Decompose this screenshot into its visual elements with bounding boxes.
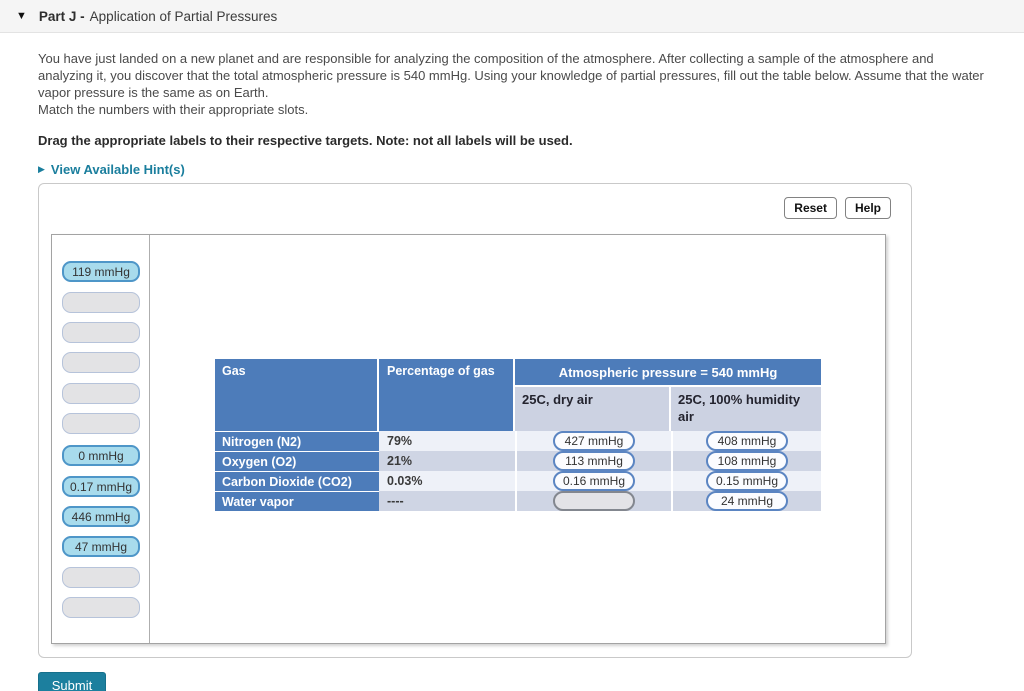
intro-section: You have just landed on a new planet and… xyxy=(38,50,988,177)
hint-expand-icon[interactable]: ▶ xyxy=(38,164,45,175)
reset-button[interactable]: Reset xyxy=(784,197,837,219)
problem-statement: You have just landed on a new planet and… xyxy=(38,51,984,100)
bin-label-2 xyxy=(62,292,140,313)
part-title: Application of Partial Pressures xyxy=(89,8,278,24)
bin-label-5 xyxy=(62,383,140,404)
drag-instruction: Drag the appropriate labels to their res… xyxy=(38,133,573,148)
bin-label-9[interactable]: 446 mmHg xyxy=(62,506,140,527)
drag-drop-panel: Reset Help 119 mmHg 0 mmHg 0.17 mmHg 446… xyxy=(38,183,912,658)
table-subheader-humidity-air: 25C, 100% humidity air xyxy=(671,387,821,431)
target-oxygen-humid[interactable]: 108 mmHg xyxy=(706,451,788,471)
percentage-oxygen: 21% xyxy=(379,451,515,471)
pressure-table: Gas Percentage of gas Atmospheric pressu… xyxy=(215,359,821,511)
gas-name-water-vapor: Water vapor xyxy=(215,491,379,511)
bin-label-11 xyxy=(62,567,140,588)
bin-label-3 xyxy=(62,322,140,343)
target-nitrogen-dry[interactable]: 427 mmHg xyxy=(553,431,635,451)
drag-drop-workarea: 119 mmHg 0 mmHg 0.17 mmHg 446 mmHg 47 mm… xyxy=(51,234,886,644)
gas-name-carbon-dioxide: Carbon Dioxide (CO2) xyxy=(215,471,379,491)
table-header-percentage: Percentage of gas xyxy=(379,359,515,431)
target-oxygen-dry[interactable]: 113 mmHg xyxy=(553,451,635,471)
bin-label-7[interactable]: 0 mmHg xyxy=(62,445,140,466)
table-subheader-dry-air: 25C, dry air xyxy=(515,387,671,431)
target-water-vapor-humid[interactable]: 24 mmHg xyxy=(706,491,788,511)
percentage-water-vapor: ---- xyxy=(379,491,515,511)
bin-label-8[interactable]: 0.17 mmHg xyxy=(62,476,140,497)
bin-label-12 xyxy=(62,597,140,618)
percentage-nitrogen: 79% xyxy=(379,431,515,451)
percentage-carbon-dioxide: 0.03% xyxy=(379,471,515,491)
help-button[interactable]: Help xyxy=(844,197,891,219)
table-header-pressure: Atmospheric pressure = 540 mmHg xyxy=(515,359,821,387)
label-bin: 119 mmHg 0 mmHg 0.17 mmHg 446 mmHg 47 mm… xyxy=(52,235,150,643)
part-header: ▼ Part J - Application of Partial Pressu… xyxy=(0,0,1024,33)
part-label: Part J - xyxy=(38,8,85,24)
bin-label-4 xyxy=(62,352,140,373)
target-nitrogen-humid[interactable]: 408 mmHg xyxy=(706,431,788,451)
bin-label-1[interactable]: 119 mmHg xyxy=(62,261,140,282)
target-water-vapor-dry[interactable] xyxy=(553,491,635,511)
target-co2-dry[interactable]: 0.16 mmHg xyxy=(553,471,635,491)
view-hints-link[interactable]: View Available Hint(s) xyxy=(51,162,185,177)
table-header-gas: Gas xyxy=(215,359,379,431)
collapse-triangle-icon[interactable]: ▼ xyxy=(16,10,27,22)
bin-label-10[interactable]: 47 mmHg xyxy=(62,536,140,557)
submit-button[interactable]: Submit xyxy=(38,672,106,691)
bin-label-6 xyxy=(62,413,140,434)
target-co2-humid[interactable]: 0.15 mmHg xyxy=(706,471,788,491)
gas-name-oxygen: Oxygen (O2) xyxy=(215,451,379,471)
gas-name-nitrogen: Nitrogen (N2) xyxy=(215,431,379,451)
match-instruction: Match the numbers with their appropriate… xyxy=(38,102,309,117)
